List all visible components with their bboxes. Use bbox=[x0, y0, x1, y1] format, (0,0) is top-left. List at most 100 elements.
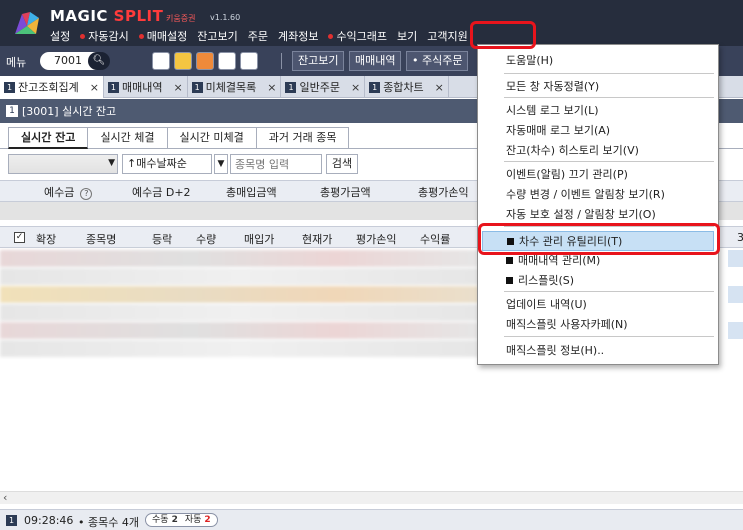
magic-split-logo-icon bbox=[15, 12, 39, 34]
grid-col-change: 등락 bbox=[152, 233, 173, 246]
grid-col-qty: 수량 bbox=[196, 233, 217, 246]
status-number-icon: 1 bbox=[6, 515, 17, 526]
dropdown-item-12[interactable]: 매직스플릿 사용자카페(N) bbox=[506, 315, 628, 335]
menubar: 설정 자동감시 매매설정 잔고보기 주문 계좌정보 수익그래프 보기 고객지원 bbox=[50, 28, 468, 44]
menu-item-7[interactable]: 보기 bbox=[397, 28, 417, 44]
dropdown-item-11[interactable]: 업데이트 내역(U) bbox=[506, 295, 587, 315]
dropdown-item-10[interactable]: 리스플릿(S) bbox=[506, 271, 574, 291]
summary-col-deposit-d2: 예수금 D+2 bbox=[132, 186, 191, 199]
dropdown-separator bbox=[504, 97, 714, 98]
dropdown-separator bbox=[504, 226, 714, 227]
menu-item-1[interactable]: 자동감시 bbox=[80, 28, 129, 44]
tab-number-icon: 1 bbox=[107, 81, 119, 93]
grid-col-current-price: 현재가 bbox=[302, 233, 333, 246]
close-icon[interactable]: × bbox=[173, 81, 182, 94]
toolbar-balance-button[interactable]: 잔고보기 bbox=[292, 51, 345, 71]
sub-tab-1[interactable]: 실시간 체결 bbox=[88, 127, 168, 149]
doc-tab-label: 매매내역 bbox=[121, 81, 163, 94]
menu-item-2[interactable]: 매매설정 bbox=[138, 28, 187, 44]
close-icon[interactable]: × bbox=[90, 81, 99, 94]
doc-tab-4[interactable]: 1 종합차트 × bbox=[365, 76, 449, 98]
gear-icon[interactable] bbox=[240, 52, 258, 70]
grid-col-return: 수익률 bbox=[420, 233, 451, 246]
menu-code-input[interactable]: 7001 🔍︎ bbox=[40, 52, 110, 70]
dropdown-item-6[interactable]: 수량 변경 / 이벤트 알림창 보기(R) bbox=[506, 185, 665, 205]
save-icon[interactable] bbox=[152, 52, 170, 70]
menu-dot-icon bbox=[138, 33, 144, 39]
dropdown-separator bbox=[504, 161, 714, 162]
app-name: MAGIC SPLIT bbox=[50, 7, 164, 25]
app-broker: 키움증권 bbox=[166, 14, 196, 23]
sort-select[interactable]: ↑매수날짜순 bbox=[122, 154, 212, 174]
window-number-icon: 1 bbox=[6, 105, 18, 117]
dropdown-item-7[interactable]: 자동 보호 설정 / 알림창 보기(O) bbox=[506, 205, 656, 225]
select-all-checkbox[interactable]: ✓ bbox=[14, 232, 25, 243]
account-select[interactable]: ▼ bbox=[8, 154, 118, 174]
doc-tab-label: 잔고조회집계 bbox=[18, 81, 79, 94]
horizontal-scrollbar[interactable]: ‹ bbox=[0, 491, 743, 504]
close-icon[interactable]: × bbox=[351, 81, 360, 94]
window-title: [3001] 실시간 잔고 bbox=[22, 105, 117, 118]
row-tail bbox=[728, 250, 743, 267]
table-row[interactable] bbox=[0, 322, 480, 339]
grid-col-buy-price: 매입가 bbox=[244, 233, 275, 246]
chevron-down-icon[interactable]: ▼ bbox=[214, 154, 228, 174]
table-row[interactable] bbox=[0, 340, 480, 357]
tab-number-icon: 1 bbox=[191, 81, 203, 93]
search-button[interactable]: 검색 bbox=[326, 154, 358, 174]
toolbar-separator bbox=[281, 53, 282, 69]
tab-number-icon: 1 bbox=[4, 81, 15, 93]
table-row[interactable] bbox=[0, 286, 480, 303]
close-icon[interactable]: × bbox=[435, 81, 444, 94]
menu-item-3[interactable]: 잔고보기 bbox=[197, 28, 237, 44]
square-bullet-icon bbox=[506, 257, 513, 264]
sub-tab-0[interactable]: 실시간 잔고 bbox=[8, 127, 89, 149]
sub-tab-3[interactable]: 과거 거래 종목 bbox=[256, 127, 350, 149]
grid-col-expand: 확장 bbox=[36, 233, 57, 246]
dropdown-item-4[interactable]: 잔고(차수) 히스토리 보기(V) bbox=[506, 141, 639, 161]
chevron-down-icon: ▼ bbox=[108, 158, 115, 168]
dropdown-item-13[interactable]: 매직스플릿 정보(H).. bbox=[506, 341, 604, 361]
toolbar-trades-button[interactable]: 매매내역 bbox=[349, 51, 402, 71]
table-row[interactable] bbox=[0, 250, 480, 267]
menu-item-4[interactable]: 주문 bbox=[248, 28, 268, 44]
chevron-left-icon[interactable]: ‹ bbox=[3, 491, 7, 504]
close-icon[interactable]: × bbox=[267, 81, 276, 94]
row-tail bbox=[728, 286, 743, 303]
doc-tab-3[interactable]: 1 일반주문 × bbox=[281, 76, 366, 98]
dropdown-item-0[interactable]: 도움말(H) bbox=[506, 51, 553, 71]
dropdown-item-3[interactable]: 자동매매 로그 보기(A) bbox=[506, 121, 610, 141]
stock-name-input[interactable] bbox=[230, 154, 322, 174]
folder-icon[interactable] bbox=[196, 52, 214, 70]
doc-tab-1[interactable]: 1 매매내역 × bbox=[104, 76, 188, 98]
dropdown-item-5[interactable]: 이벤트(알림) 끄기 관리(P) bbox=[506, 165, 628, 185]
menu-dot-icon bbox=[328, 33, 334, 39]
square-bullet-icon bbox=[507, 238, 514, 245]
menu-item-5[interactable]: 계좌정보 bbox=[278, 28, 318, 44]
lock-icon[interactable] bbox=[174, 52, 192, 70]
toolbar-order-button[interactable]: • 주식주문 bbox=[406, 51, 469, 71]
menu-item-8[interactable]: 고객지원 bbox=[427, 28, 467, 44]
grid-col-extra: 3 bbox=[737, 231, 743, 244]
doc-tab-0[interactable]: 1 잔고조회집계 × bbox=[0, 76, 104, 98]
summary-col-total-eval: 총평가금액 bbox=[320, 186, 371, 199]
menu-item-6[interactable]: 수익그래프 bbox=[328, 28, 387, 44]
grid-col-name: 종목명 bbox=[86, 233, 117, 246]
sub-tab-2[interactable]: 실시간 미체결 bbox=[167, 127, 257, 149]
table-row[interactable] bbox=[0, 268, 480, 285]
row-tail bbox=[728, 322, 743, 339]
dropdown-item-9[interactable]: 매매내역 관리(M) bbox=[506, 251, 600, 271]
search-icon[interactable]: 🔍︎ bbox=[88, 52, 110, 70]
dropdown-item-2[interactable]: 시스템 로그 보기(L) bbox=[506, 101, 599, 121]
menu-item-0[interactable]: 설정 bbox=[50, 28, 70, 44]
app-version: v1.1.60 bbox=[210, 13, 241, 22]
dropdown-item-8[interactable]: 차수 관리 유틸리티(T) bbox=[482, 231, 714, 251]
help-icon[interactable]: ? bbox=[80, 188, 93, 200]
square-bullet-icon bbox=[506, 277, 513, 284]
table-row[interactable] bbox=[0, 304, 480, 321]
doc-tab-label: 미체결목록 bbox=[205, 81, 257, 94]
dropdown-item-1[interactable]: 모든 창 자동정렬(Y) bbox=[506, 77, 599, 97]
doc-tab-2[interactable]: 1 미체결목록 × bbox=[188, 76, 282, 98]
layout-icon[interactable] bbox=[218, 52, 236, 70]
status-badge: 수동 2 자동 2 bbox=[145, 513, 218, 527]
